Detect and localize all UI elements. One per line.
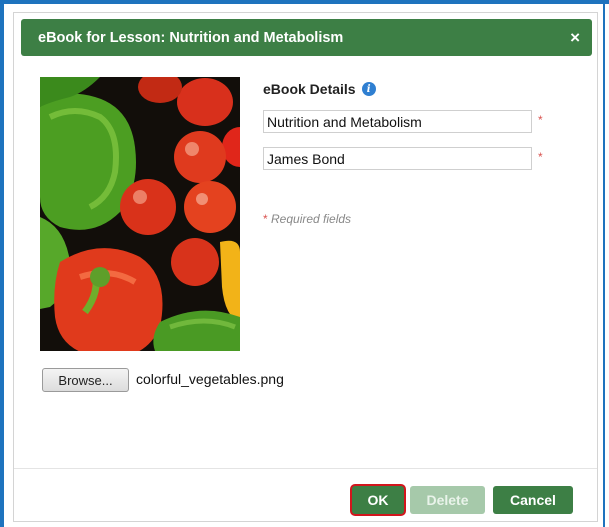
ebook-details-heading: eBook Details i: [263, 81, 376, 97]
window-frame-left: [0, 0, 4, 527]
browse-button[interactable]: Browse...: [42, 368, 129, 392]
required-note-text: Required fields: [271, 212, 352, 226]
close-icon[interactable]: ×: [570, 29, 580, 46]
delete-button[interactable]: Delete: [410, 486, 485, 514]
ebook-author-input[interactable]: [263, 147, 532, 170]
required-note-marker: *: [263, 212, 268, 226]
ebook-cover-image: [40, 77, 240, 351]
dialog-title: eBook for Lesson: Nutrition and Metaboli…: [38, 29, 344, 46]
ebook-dialog: eBook for Lesson: Nutrition and Metaboli…: [13, 12, 598, 522]
title-required-marker: *: [538, 113, 543, 127]
cancel-button[interactable]: Cancel: [493, 486, 573, 514]
footer-divider: [14, 468, 597, 469]
window-frame-top: [0, 0, 609, 4]
ebook-details-title: eBook Details: [263, 81, 356, 97]
vegetables-photo: [40, 77, 240, 351]
ok-button[interactable]: OK: [352, 486, 404, 514]
ebook-title-input[interactable]: [263, 110, 532, 133]
info-icon[interactable]: i: [361, 82, 376, 96]
window-frame-right: [603, 0, 605, 527]
required-fields-note: * Required fields: [263, 212, 351, 226]
author-required-marker: *: [538, 150, 543, 164]
selected-file-name: colorful_vegetables.png: [136, 371, 284, 387]
dialog-title-bar: eBook for Lesson: Nutrition and Metaboli…: [21, 19, 592, 56]
